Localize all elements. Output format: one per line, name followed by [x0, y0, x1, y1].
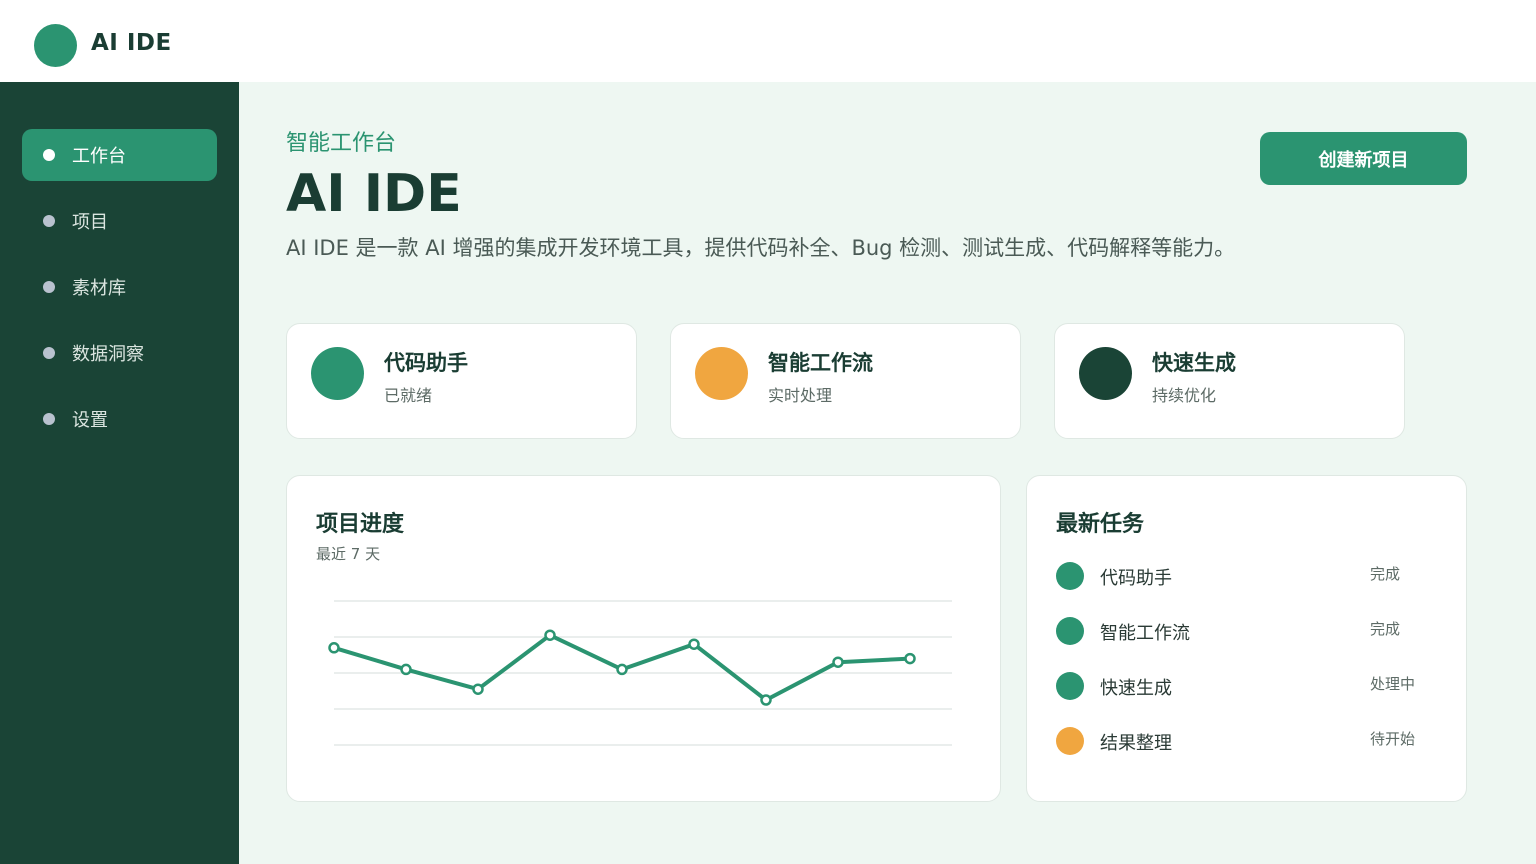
task-name: 快速生成 [1100, 678, 1172, 699]
tasks-title: 最新任务 [1056, 512, 1145, 537]
progress-chart [328, 600, 952, 746]
feature-title: 代码助手 [384, 351, 468, 375]
data-point-9[interactable] [904, 652, 916, 665]
data-point-4[interactable] [544, 629, 556, 641]
data-point-3[interactable] [472, 683, 484, 695]
progress-panel: 项目进度 最近 7 天 [286, 475, 1001, 802]
feature-card-smart-workflow[interactable]: 智能工作流 实时处理 [670, 323, 1021, 439]
task-name: 代码助手 [1100, 568, 1172, 589]
task-name: 结果整理 [1100, 733, 1172, 754]
page-eyebrow: 智能工作台 [286, 131, 397, 156]
feature-title: 智能工作流 [768, 351, 873, 375]
data-point-2[interactable] [400, 663, 412, 676]
data-point-7[interactable] [760, 694, 772, 706]
task-item[interactable]: 智能工作流 完成 [1056, 615, 1436, 651]
status-dot-icon [1056, 617, 1084, 645]
sidebar-item-workbench[interactable]: 工作台 [22, 129, 217, 181]
feature-title: 快速生成 [1152, 351, 1236, 375]
task-status: 完成 [1370, 565, 1401, 583]
bullet-icon [43, 281, 55, 293]
feature-status: 持续优化 [1152, 386, 1217, 405]
sidebar-item-assets[interactable]: 素材库 [22, 261, 217, 313]
logo-icon [34, 24, 77, 67]
sidebar-item-label: 素材库 [72, 278, 126, 299]
code-assistant-icon [311, 347, 364, 400]
data-point-5[interactable] [616, 663, 628, 676]
sidebar-item-label: 数据洞察 [72, 344, 144, 365]
feature-card-code-assistant[interactable]: 代码助手 已就绪 [286, 323, 637, 439]
quick-generate-icon [1079, 347, 1132, 400]
task-item[interactable]: 结果整理 待开始 [1056, 725, 1436, 761]
task-name: 智能工作流 [1100, 623, 1190, 644]
task-status: 待开始 [1370, 730, 1416, 748]
create-project-button[interactable]: 创建新项目 [1260, 132, 1467, 185]
sidebar-item-settings[interactable]: 设置 [22, 393, 217, 445]
data-point-8[interactable] [832, 656, 844, 668]
feature-card-quick-generate[interactable]: 快速生成 持续优化 [1054, 323, 1405, 439]
task-item[interactable]: 快速生成 处理中 [1056, 670, 1436, 706]
sidebar: 工作台 项目 素材库 数据洞察 设置 [0, 82, 239, 864]
bullet-icon [43, 149, 55, 161]
feature-status: 实时处理 [768, 386, 833, 405]
page-description: AI IDE 是一款 AI 增强的集成开发环境工具，提供代码补全、Bug 检测、… [286, 236, 1236, 260]
bullet-icon [43, 347, 55, 359]
page-title: AI IDE [286, 164, 462, 224]
task-item[interactable]: 代码助手 完成 [1056, 560, 1436, 596]
sidebar-item-label: 项目 [72, 212, 108, 233]
sidebar-item-insights[interactable]: 数据洞察 [22, 327, 217, 379]
bullet-icon [43, 215, 55, 227]
feature-status: 已就绪 [384, 386, 433, 405]
smart-workflow-icon [695, 347, 748, 400]
status-dot-icon [1056, 727, 1084, 755]
task-status: 处理中 [1370, 675, 1416, 693]
sidebar-item-label: 设置 [72, 410, 108, 431]
sidebar-item-projects[interactable]: 项目 [22, 195, 217, 247]
sidebar-item-label: 工作台 [72, 146, 126, 167]
status-dot-icon [1056, 562, 1084, 590]
bullet-icon [43, 413, 55, 425]
status-dot-icon [1056, 672, 1084, 700]
task-status: 完成 [1370, 620, 1401, 638]
data-point-6[interactable] [688, 638, 700, 650]
tasks-panel: 最新任务 代码助手 完成 智能工作流 完成 快速生成 处理中 结果整理 待开始 [1026, 475, 1467, 802]
app-name: AI IDE [91, 30, 172, 56]
top-bar: AI IDE [0, 0, 1536, 82]
data-point-1[interactable] [328, 642, 340, 654]
